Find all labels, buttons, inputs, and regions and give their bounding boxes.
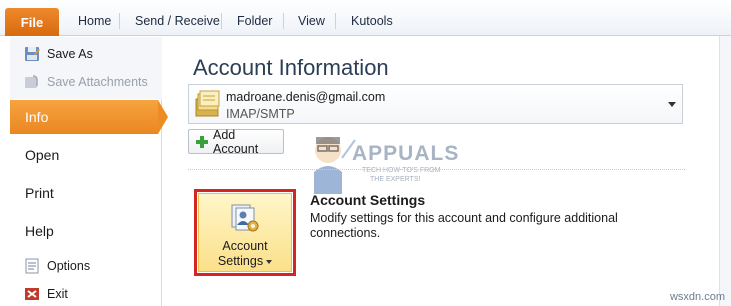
watermark-site: wsxdn.com bbox=[669, 291, 725, 303]
chevron-down-icon bbox=[266, 259, 273, 264]
tab-separator bbox=[335, 13, 336, 29]
options-icon bbox=[24, 258, 40, 274]
page-title: Account Information bbox=[193, 55, 389, 80]
account-settings-label-line2: Settings bbox=[199, 254, 291, 268]
plus-icon bbox=[195, 135, 209, 149]
tab-folder[interactable]: Folder bbox=[237, 14, 272, 28]
tab-send-receive[interactable]: Send / Receive bbox=[135, 14, 220, 28]
save-as-icon bbox=[24, 46, 40, 62]
watermark-tagline-2: THE EXPERTS! bbox=[370, 176, 421, 183]
tab-home[interactable]: Home bbox=[78, 14, 111, 28]
add-account-button[interactable]: Add Account bbox=[188, 127, 284, 156]
account-selector[interactable]: madroane.denis@gmail.com IMAP/SMTP bbox=[188, 84, 683, 124]
save-attachments-command[interactable]: Save Attachments bbox=[24, 74, 148, 90]
outlook-window: File Home Send / Receive Folder View Kut… bbox=[0, 0, 731, 306]
mail-account-icon bbox=[195, 90, 221, 118]
selected-arrow bbox=[158, 100, 168, 134]
scroll-edge bbox=[719, 36, 731, 306]
nav-help[interactable]: Help bbox=[10, 214, 162, 248]
exit-label: Exit bbox=[47, 287, 68, 301]
account-settings-button[interactable]: Account Settings bbox=[194, 189, 296, 276]
account-email: madroane.denis@gmail.com bbox=[226, 90, 386, 104]
section-divider bbox=[188, 169, 685, 170]
backstage-nav: Save As Save Attachments Info Open Print… bbox=[10, 37, 168, 306]
ribbon-tab-bar: File Home Send / Receive Folder View Kut… bbox=[0, 0, 731, 36]
add-account-label: Add Account bbox=[213, 127, 259, 156]
account-settings-description: Modify settings for this account and con… bbox=[310, 211, 618, 240]
chevron-down-icon[interactable] bbox=[668, 102, 676, 107]
nav-help-label: Help bbox=[25, 223, 54, 239]
account-type: IMAP/SMTP bbox=[226, 107, 295, 121]
nav-print-label: Print bbox=[25, 185, 54, 201]
tab-kutools[interactable]: Kutools bbox=[351, 14, 393, 28]
exit-command[interactable]: Exit bbox=[24, 286, 68, 302]
tab-separator bbox=[221, 13, 222, 29]
tab-separator bbox=[119, 13, 120, 29]
nav-info[interactable]: Info bbox=[10, 100, 168, 134]
tab-view[interactable]: View bbox=[298, 14, 325, 28]
appuals-watermark: APPUALS TECH HOW-TO'S FROM THE EXPERTS! bbox=[300, 128, 470, 198]
save-attachments-icon bbox=[24, 74, 40, 90]
save-attachments-label: Save Attachments bbox=[47, 75, 148, 89]
nav-open-label: Open bbox=[25, 147, 60, 163]
account-settings-label-line2-text: Settings bbox=[217, 254, 264, 268]
tab-file[interactable]: File bbox=[5, 8, 59, 36]
options-command[interactable]: Options bbox=[24, 258, 90, 274]
nav-info-label: Info bbox=[25, 109, 49, 125]
options-label: Options bbox=[47, 259, 91, 273]
save-as-command[interactable]: Save As bbox=[24, 46, 93, 62]
exit-icon bbox=[24, 286, 40, 302]
nav-print[interactable]: Print bbox=[10, 176, 162, 210]
save-as-label: Save As bbox=[47, 47, 93, 61]
watermark-brand: APPUALS bbox=[352, 142, 460, 165]
account-settings-label-line1: Account bbox=[222, 239, 268, 253]
account-settings-icon bbox=[230, 203, 260, 233]
nav-open[interactable]: Open bbox=[10, 138, 162, 172]
account-settings-heading: Account Settings bbox=[310, 192, 426, 208]
tab-separator bbox=[283, 13, 284, 29]
